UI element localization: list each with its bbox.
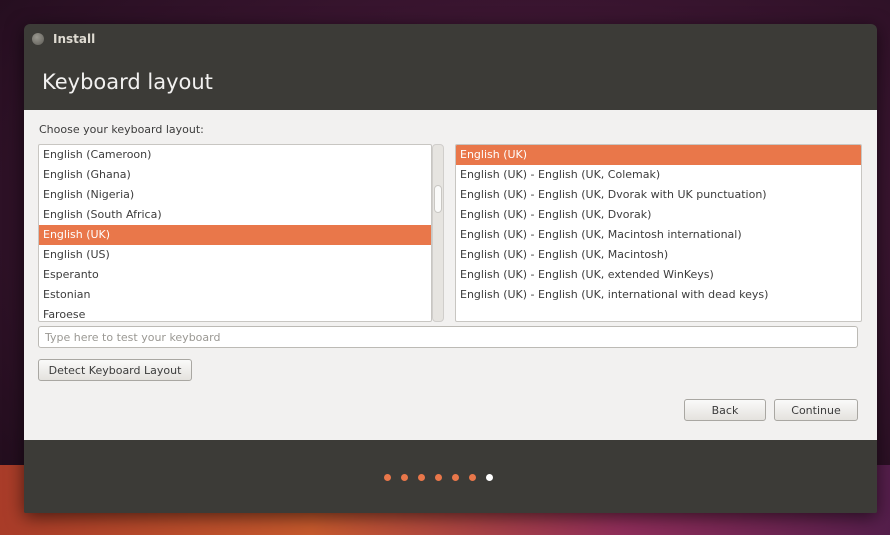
- variant-list-item[interactable]: English (UK) - English (UK, Dvorak with …: [456, 185, 861, 205]
- content-panel: Choose your keyboard layout: English (Ca…: [24, 110, 877, 440]
- variant-list-item[interactable]: English (UK) - English (UK, Colemak): [456, 165, 861, 185]
- progress-dot: [401, 474, 408, 481]
- keyboard-variant-list[interactable]: English (UK) English (UK) - English (UK, …: [455, 144, 862, 322]
- language-list-item[interactable]: English (US): [39, 245, 431, 265]
- progress-dot: [452, 474, 459, 481]
- progress-dot: [435, 474, 442, 481]
- detect-keyboard-layout-button[interactable]: Detect Keyboard Layout: [38, 359, 192, 381]
- language-list-item[interactable]: Faroese: [39, 305, 431, 321]
- progress-indicator: [384, 474, 503, 481]
- variant-list-item[interactable]: English (UK): [456, 145, 861, 165]
- progress-dot: [469, 474, 476, 481]
- language-list-item[interactable]: English (UK): [39, 225, 431, 245]
- language-list-item[interactable]: English (Cameroon): [39, 145, 431, 165]
- continue-button[interactable]: Continue: [774, 399, 858, 421]
- variant-list-item[interactable]: English (UK) - English (UK, Macintosh in…: [456, 225, 861, 245]
- window-title: Install: [53, 32, 96, 46]
- language-list-item[interactable]: Esperanto: [39, 265, 431, 285]
- keyboard-test-input[interactable]: [38, 326, 858, 348]
- title-bar: Install: [24, 24, 877, 54]
- language-list-item[interactable]: Estonian: [39, 285, 431, 305]
- language-list-item[interactable]: English (Nigeria): [39, 185, 431, 205]
- progress-dot: [418, 474, 425, 481]
- variant-list-item[interactable]: English (UK) - English (UK, extended Win…: [456, 265, 861, 285]
- close-window-button[interactable]: [32, 33, 44, 45]
- installer-window: Install Keyboard layout Choose your keyb…: [24, 24, 877, 513]
- installer-footer: [24, 440, 877, 513]
- choose-layout-label: Choose your keyboard layout:: [39, 123, 204, 136]
- page-title: Keyboard layout: [42, 70, 213, 94]
- back-button[interactable]: Back: [684, 399, 766, 421]
- progress-dot-current: [486, 474, 493, 481]
- language-list-item[interactable]: English (South Africa): [39, 205, 431, 225]
- scrollbar-thumb[interactable]: [434, 185, 442, 213]
- variant-list-item[interactable]: English (UK) - English (UK, Dvorak): [456, 205, 861, 225]
- page-header: Keyboard layout: [24, 54, 877, 110]
- variant-list-item[interactable]: English (UK) - English (UK, internationa…: [456, 285, 861, 305]
- progress-dot: [384, 474, 391, 481]
- variant-list-item[interactable]: English (UK) - English (UK, Macintosh): [456, 245, 861, 265]
- language-list-item[interactable]: English (Ghana): [39, 165, 431, 185]
- keyboard-language-list[interactable]: English (Cameroon) English (Ghana) English…: [38, 144, 432, 322]
- language-list-scrollbar[interactable]: [432, 144, 444, 322]
